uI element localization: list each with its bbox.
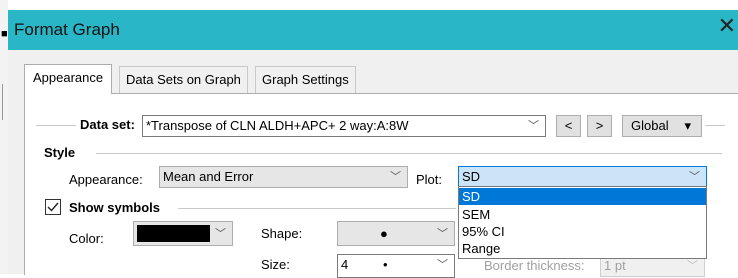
circle-icon: ● bbox=[380, 226, 388, 241]
divider bbox=[705, 125, 725, 126]
color-picker[interactable]: ﹀ bbox=[133, 221, 233, 246]
show-symbols-label: Show symbols bbox=[69, 200, 161, 215]
title-bar: Format Graph ✕ bbox=[8, 10, 738, 50]
chevron-down-icon: ﹀ bbox=[687, 260, 698, 272]
color-swatch bbox=[137, 225, 210, 242]
plot-dropdown-list: SD SEM 95% CI Range bbox=[458, 186, 707, 259]
divider bbox=[178, 208, 456, 209]
plot-option-sem[interactable]: SEM bbox=[459, 206, 706, 223]
border-thickness-value: 1 pt bbox=[604, 258, 626, 273]
plot-option-95-ci[interactable]: 95% CI bbox=[459, 223, 706, 240]
appearance-select[interactable]: Mean and Error ﹀ bbox=[159, 166, 408, 188]
show-symbols-checkbox[interactable] bbox=[45, 199, 61, 215]
chevron-down-icon: ﹀ bbox=[528, 120, 539, 132]
size-value: 4 bbox=[341, 257, 349, 272]
checkmark-icon bbox=[47, 202, 59, 212]
tab-appearance[interactable]: Appearance bbox=[24, 64, 113, 94]
dataset-select[interactable]: *Transpose of CLN ALDH+APC+ 2 way:A:8W ﹀ bbox=[142, 115, 546, 137]
scope-value: Global bbox=[631, 118, 669, 133]
chevron-down-icon: ﹀ bbox=[390, 171, 401, 183]
chevron-down-icon: ﹀ bbox=[689, 171, 700, 183]
chevron-down-icon: ﹀ bbox=[437, 259, 448, 271]
plot-label: Plot: bbox=[416, 172, 443, 187]
close-icon[interactable]: ✕ bbox=[718, 15, 736, 37]
plot-select[interactable]: SD ﹀ bbox=[458, 166, 707, 188]
dataset-value: *Transpose of CLN ALDH+APC+ 2 way:A:8W bbox=[146, 118, 409, 133]
background-window-marker: ■ bbox=[1, 28, 8, 40]
caret-down-icon: ▾ bbox=[684, 118, 691, 133]
prev-dataset-button[interactable]: < bbox=[556, 115, 581, 137]
shape-select[interactable]: ● ﹀ bbox=[337, 221, 455, 246]
next-dataset-button[interactable]: > bbox=[587, 115, 612, 137]
scope-dropdown[interactable]: Global ▾ bbox=[622, 115, 702, 137]
plot-option-sd[interactable]: SD bbox=[459, 188, 706, 205]
plot-option-range[interactable]: Range bbox=[459, 240, 706, 257]
divider bbox=[36, 125, 76, 126]
dot-icon: • bbox=[383, 257, 388, 272]
chevron-down-icon: ﹀ bbox=[215, 228, 226, 240]
divider bbox=[96, 153, 722, 154]
background-window-divider bbox=[2, 84, 3, 120]
size-select[interactable]: 4 • ﹀ bbox=[337, 254, 455, 278]
color-label: Color: bbox=[69, 231, 104, 246]
background-window-edge bbox=[0, 0, 8, 274]
tab-data-sets-on-graph[interactable]: Data Sets on Graph bbox=[119, 66, 248, 93]
border-thickness-label: Border thickness: bbox=[484, 258, 585, 273]
appearance-label: Appearance: bbox=[69, 172, 143, 187]
shape-label: Shape: bbox=[261, 226, 303, 241]
size-label: Size: bbox=[261, 257, 290, 272]
plot-value: SD bbox=[462, 169, 481, 184]
window-title: Format Graph bbox=[14, 20, 120, 39]
dataset-label: Data set: bbox=[80, 117, 135, 132]
appearance-value: Mean and Error bbox=[163, 169, 254, 184]
tab-graph-settings[interactable]: Graph Settings bbox=[255, 66, 356, 93]
chevron-down-icon: ﹀ bbox=[437, 228, 448, 240]
style-section-label: Style bbox=[44, 145, 76, 160]
